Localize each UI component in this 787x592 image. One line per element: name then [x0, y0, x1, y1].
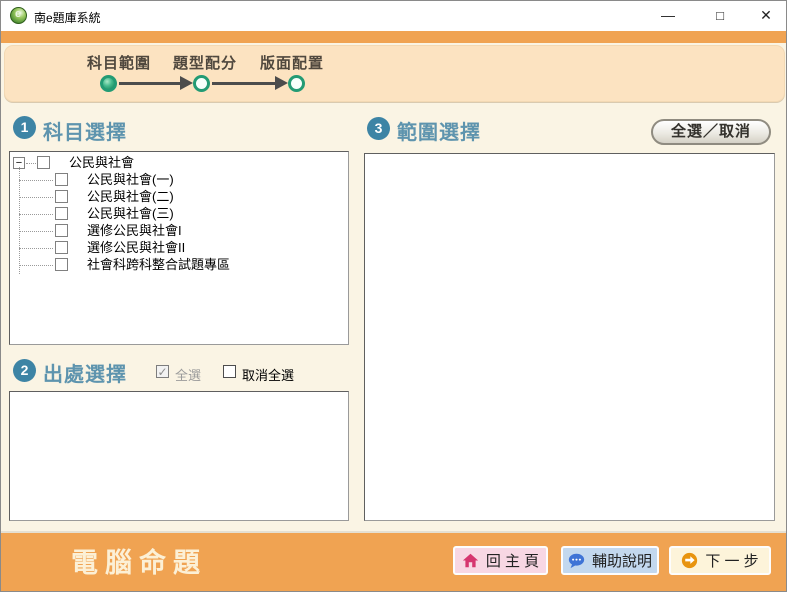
deselect-all-checkbox[interactable] — [223, 365, 236, 378]
chat-icon — [568, 552, 585, 569]
minimize-button[interactable]: — — [651, 1, 685, 30]
tree-checkbox[interactable] — [55, 224, 68, 237]
step-circle-2 — [193, 75, 210, 92]
section-2-title: 出處選擇 — [43, 358, 127, 387]
tree-item-label[interactable]: 公民與社會(一) — [87, 172, 174, 187]
tree-row-root[interactable]: − 公民與社會 — [11, 155, 341, 172]
section-3-number-badge: 3 — [367, 117, 390, 140]
wizard-steps-panel: 科目範圍 題型配分 版面配置 — [4, 45, 785, 102]
tree-row[interactable]: 選修公民與社會II — [11, 240, 341, 257]
range-list-box[interactable] — [364, 153, 775, 521]
tree-checkbox[interactable] — [55, 173, 68, 186]
tree-row[interactable]: 選修公民與社會I — [11, 223, 341, 240]
tree-row[interactable]: 社會科跨科整合試題專區 — [11, 257, 341, 274]
window-title: 南e題庫系統 — [34, 9, 101, 26]
home-button-label: 回 主 頁 — [486, 550, 539, 571]
tree-item-label[interactable]: 社會科跨科整合試題專區 — [87, 257, 230, 272]
home-icon — [462, 552, 479, 569]
next-icon — [681, 552, 698, 569]
footer-title: 電腦命題 — [71, 541, 207, 580]
tree-checkbox[interactable] — [37, 156, 50, 169]
top-accent-strip — [1, 31, 786, 43]
subject-tree: − 公民與社會 公民與社會(一) 公民與社會(二) 公民與社會(三) 選修公民與… — [11, 155, 341, 274]
step-connector-line — [119, 82, 181, 85]
tree-checkbox[interactable] — [55, 207, 68, 220]
help-button[interactable]: 輔助說明 — [561, 546, 659, 575]
section-3-title: 範圍選擇 — [397, 116, 481, 145]
footer-bar: 電腦命題 回 主 頁 輔助說明 下 一 步 — [1, 531, 786, 591]
tree-row[interactable]: 公民與社會(一) — [11, 172, 341, 189]
title-bar: 南e題庫系統 — □ ✕ — [1, 1, 786, 31]
tree-item-label[interactable]: 公民與社會(二) — [87, 189, 174, 204]
step-circle-1-active — [100, 75, 117, 92]
app-logo-icon — [10, 7, 27, 24]
step-label-question-allocation: 題型配分 — [173, 52, 237, 73]
tree-item-label[interactable]: 公民與社會(三) — [87, 206, 174, 221]
arrow-right-icon — [275, 76, 288, 90]
tree-root-label[interactable]: 公民與社會 — [69, 155, 134, 170]
tree-row[interactable]: 公民與社會(三) — [11, 206, 341, 223]
tree-row[interactable]: 公民與社會(二) — [11, 189, 341, 206]
arrow-right-icon — [180, 76, 193, 90]
select-all-label[interactable]: 全選 — [175, 365, 201, 384]
tree-checkbox[interactable] — [55, 241, 68, 254]
source-list-box[interactable] — [9, 391, 349, 521]
tree-children: 公民與社會(一) 公民與社會(二) 公民與社會(三) 選修公民與社會I 選修公民… — [11, 172, 341, 274]
tree-checkbox[interactable] — [55, 258, 68, 271]
tree-checkbox[interactable] — [55, 190, 68, 203]
help-button-label: 輔助說明 — [592, 550, 652, 571]
tree-connector — [26, 163, 36, 164]
step-circle-3 — [288, 75, 305, 92]
maximize-button[interactable]: □ — [703, 1, 737, 30]
app-window: 南e題庫系統 — □ ✕ 科目範圍 題型配分 版面配置 1 科目選擇 − 公民與… — [0, 0, 787, 592]
step-label-subject-range: 科目範圍 — [87, 52, 151, 73]
section-1-number-badge: 1 — [13, 116, 36, 139]
select-all-toggle-button[interactable]: 全選／取消 — [651, 119, 771, 145]
next-button-label: 下 一 步 — [705, 550, 758, 571]
tree-item-label[interactable]: 選修公民與社會I — [87, 223, 182, 238]
step-connector-line — [212, 82, 276, 85]
step-label-layout: 版面配置 — [260, 52, 324, 73]
close-button[interactable]: ✕ — [749, 1, 783, 30]
next-button[interactable]: 下 一 步 — [669, 546, 771, 575]
select-all-checkbox[interactable]: ✓ — [156, 365, 169, 378]
home-button[interactable]: 回 主 頁 — [453, 546, 548, 575]
section-1-title: 科目選擇 — [43, 116, 127, 145]
deselect-all-label[interactable]: 取消全選 — [242, 365, 294, 384]
section-2-number-badge: 2 — [13, 359, 36, 382]
tree-item-label[interactable]: 選修公民與社會II — [87, 240, 185, 255]
